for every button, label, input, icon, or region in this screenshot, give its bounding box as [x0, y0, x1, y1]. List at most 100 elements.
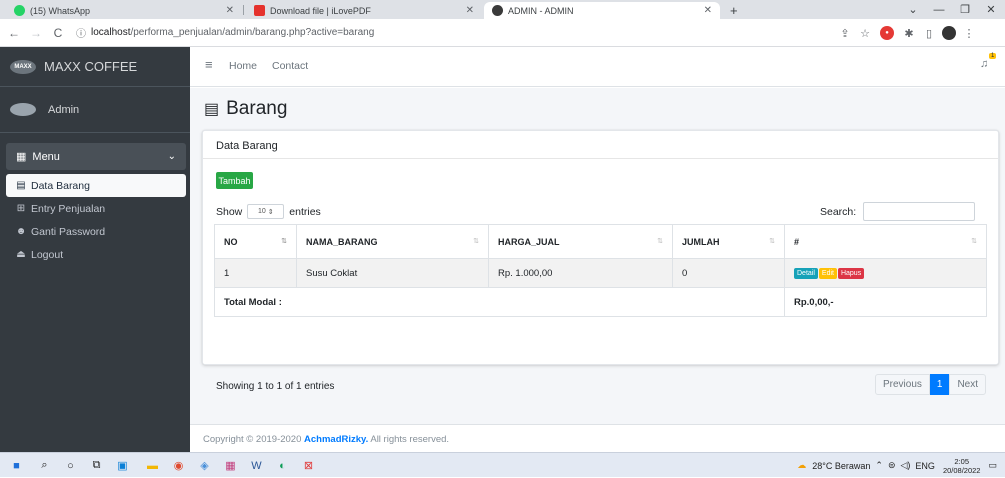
- sidebar-item-data-barang[interactable]: ▤ Data Barang: [6, 174, 186, 197]
- app-icon[interactable]: ⊠: [300, 457, 317, 474]
- notifications-icon[interactable]: ▭: [988, 460, 997, 471]
- hamburger-icon[interactable]: ≡: [205, 57, 213, 72]
- brand-link[interactable]: MAXX MAXX COFFEE: [0, 47, 190, 87]
- brand-text: MAXX COFFEE: [44, 59, 138, 74]
- language-indicator[interactable]: ENG: [915, 461, 935, 471]
- chevron-up-icon[interactable]: ⌃: [875, 460, 883, 471]
- sidepanel-icon[interactable]: ▯: [922, 26, 936, 40]
- address-bar-row: ← → C ⓘ localhost/performa_penjualan/adm…: [0, 19, 1005, 47]
- weather-text[interactable]: 28°C Berawan: [812, 461, 870, 471]
- forward-arrow-icon[interactable]: →: [26, 23, 46, 43]
- sidebar-item-logout[interactable]: ⏏ Logout: [6, 243, 186, 266]
- author-link[interactable]: AchmadRizky.: [304, 434, 368, 445]
- extensions-puzzle-icon[interactable]: ✱: [902, 26, 916, 40]
- grid-icon: ▦: [16, 151, 27, 163]
- share-icon[interactable]: ⇪: [838, 26, 852, 40]
- data-table: NO ⇅ NAMA_BARANG ⇅ HARGA_JUAL ⇅ JUMLAH ⇅ # ⇅ …: [214, 224, 987, 317]
- column-header-harga-jual[interactable]: HARGA_JUAL ⇅: [488, 224, 673, 259]
- cell-no: 1: [214, 258, 297, 288]
- column-header-no[interactable]: NO ⇅: [214, 224, 297, 259]
- footer: Copyright © 2019-2020 AchmadRizky. All r…: [190, 424, 1005, 452]
- sidebar: MAXX MAXX COFFEE Admin ▦ Menu ⌄ ▤ Data B…: [0, 47, 190, 452]
- close-icon[interactable]: ✕: [466, 5, 474, 16]
- search-control: Search:: [820, 202, 976, 221]
- reload-icon[interactable]: C: [48, 23, 68, 43]
- maximize-icon[interactable]: ❐: [952, 0, 978, 19]
- url-path: /performa_penjualan/admin/barang.php?act…: [130, 27, 375, 38]
- network-icon[interactable]: ⊜: [888, 460, 896, 471]
- cell-harga-jual: Rp. 1.000,00: [488, 258, 673, 288]
- profile-avatar-icon[interactable]: [942, 26, 956, 40]
- next-page-button[interactable]: Next: [949, 374, 986, 395]
- new-tab-button[interactable]: +: [722, 2, 746, 19]
- nav-link-contact[interactable]: Contact: [272, 60, 308, 72]
- delete-button[interactable]: Hapus: [837, 268, 865, 279]
- app-icon[interactable]: ▣: [114, 457, 131, 474]
- add-button[interactable]: Tambah: [216, 172, 253, 189]
- app-icon[interactable]: ◈: [196, 457, 213, 474]
- nav-link-home[interactable]: Home: [229, 60, 257, 72]
- close-icon[interactable]: ✕: [704, 5, 712, 16]
- sidebar-item-label: Entry Penjualan: [31, 202, 106, 215]
- sidebar-item-entry-penjualan[interactable]: ⊞ Entry Penjualan: [6, 197, 186, 220]
- page-1-button[interactable]: 1: [929, 374, 950, 395]
- cell-actions: Detail Edit Hapus: [784, 258, 987, 288]
- sidebar-item-label: Ganti Password: [31, 225, 106, 238]
- edge-icon[interactable]: ◐: [274, 457, 291, 474]
- window-close-icon[interactable]: ✕: [978, 0, 1004, 19]
- cart-icon: ⊞: [16, 203, 26, 214]
- search-label: Search:: [820, 205, 857, 218]
- user-panel[interactable]: Admin: [0, 87, 190, 133]
- detail-button[interactable]: Detail: [794, 268, 818, 279]
- back-arrow-icon[interactable]: ←: [4, 23, 24, 43]
- cortana-icon[interactable]: ○: [62, 457, 79, 474]
- column-header-nama-barang[interactable]: NAMA_BARANG ⇅: [296, 224, 489, 259]
- menu-label: Menu: [32, 150, 60, 163]
- sidebar-item-label: Data Barang: [31, 179, 90, 192]
- url-host: localhost: [91, 27, 131, 38]
- brand-logo: MAXX: [10, 59, 36, 74]
- browser-tab-whatsapp[interactable]: (15) WhatsApp ✕: [6, 2, 242, 19]
- column-header-jumlah[interactable]: JUMLAH ⇅: [672, 224, 785, 259]
- browser-tab-ilovepdf[interactable]: Download file | iLovePDF ✕: [246, 2, 482, 19]
- kebab-menu-icon[interactable]: ⋮: [962, 26, 976, 40]
- previous-page-button[interactable]: Previous: [874, 374, 930, 395]
- chrome-icon[interactable]: ◉: [170, 457, 187, 474]
- system-tray: ☁ 28°C Berawan ⌃ ⊜ ◁) ENG 2:05 20/08/202…: [797, 453, 1005, 478]
- info-icon: ⓘ: [76, 29, 86, 40]
- sidebar-item-ganti-password[interactable]: ☻ Ganti Password: [6, 220, 186, 243]
- sort-icon: ⇅: [281, 238, 287, 245]
- volume-icon[interactable]: ◁): [901, 460, 911, 471]
- page-title: ▤ Barang: [204, 98, 287, 120]
- menu-toggle[interactable]: ▦ Menu ⌄: [6, 143, 186, 170]
- entries-label: entries: [289, 205, 321, 218]
- sort-icon: ⇅: [769, 238, 775, 245]
- search-icon[interactable]: ⌕: [36, 457, 53, 474]
- search-input[interactable]: [863, 202, 976, 221]
- task-view-icon[interactable]: ⧉: [88, 457, 105, 474]
- column-header-actions[interactable]: # ⇅: [784, 224, 987, 259]
- calendar-app-icon[interactable]: ▦: [222, 457, 239, 474]
- table-info: Showing 1 to 1 of 1 entries: [216, 381, 335, 392]
- windows-taskbar: ■ ⌕ ○ ⧉ ▣ ▬ ◉ ◈ ▦ W ◐ ⊠ ☁ 28°C Berawan ⌃…: [0, 452, 1005, 477]
- clock[interactable]: 2:05 20/08/2022: [943, 457, 981, 475]
- windows-start-icon[interactable]: ■: [8, 457, 25, 474]
- copyright-text: Copyright © 2019-2020: [203, 434, 305, 445]
- chevron-down-icon[interactable]: ⌄: [900, 0, 926, 19]
- adblock-extension-icon[interactable]: ●: [880, 26, 894, 40]
- avatar: [10, 103, 36, 116]
- edit-button[interactable]: Edit: [818, 268, 837, 279]
- bell-icon[interactable]: ♫: [980, 58, 988, 70]
- bookmark-star-icon[interactable]: ☆: [858, 26, 872, 40]
- browser-tab-strip: (15) WhatsApp ✕ Download file | iLovePDF…: [0, 0, 1005, 19]
- close-icon[interactable]: ✕: [226, 5, 234, 16]
- whatsapp-icon: [14, 5, 25, 16]
- file-explorer-icon[interactable]: ▬: [144, 457, 161, 474]
- url-field[interactable]: ⓘ localhost/performa_penjualan/admin/bar…: [76, 22, 836, 43]
- word-icon[interactable]: W: [248, 457, 265, 474]
- entries-select[interactable]: 10 ⇕: [247, 204, 285, 219]
- show-label: Show: [216, 205, 243, 218]
- cell-nama-barang: Susu Coklat: [296, 258, 489, 288]
- browser-tab-admin[interactable]: ADMIN - ADMIN ✕: [484, 2, 720, 19]
- minimize-icon[interactable]: —: [926, 0, 952, 19]
